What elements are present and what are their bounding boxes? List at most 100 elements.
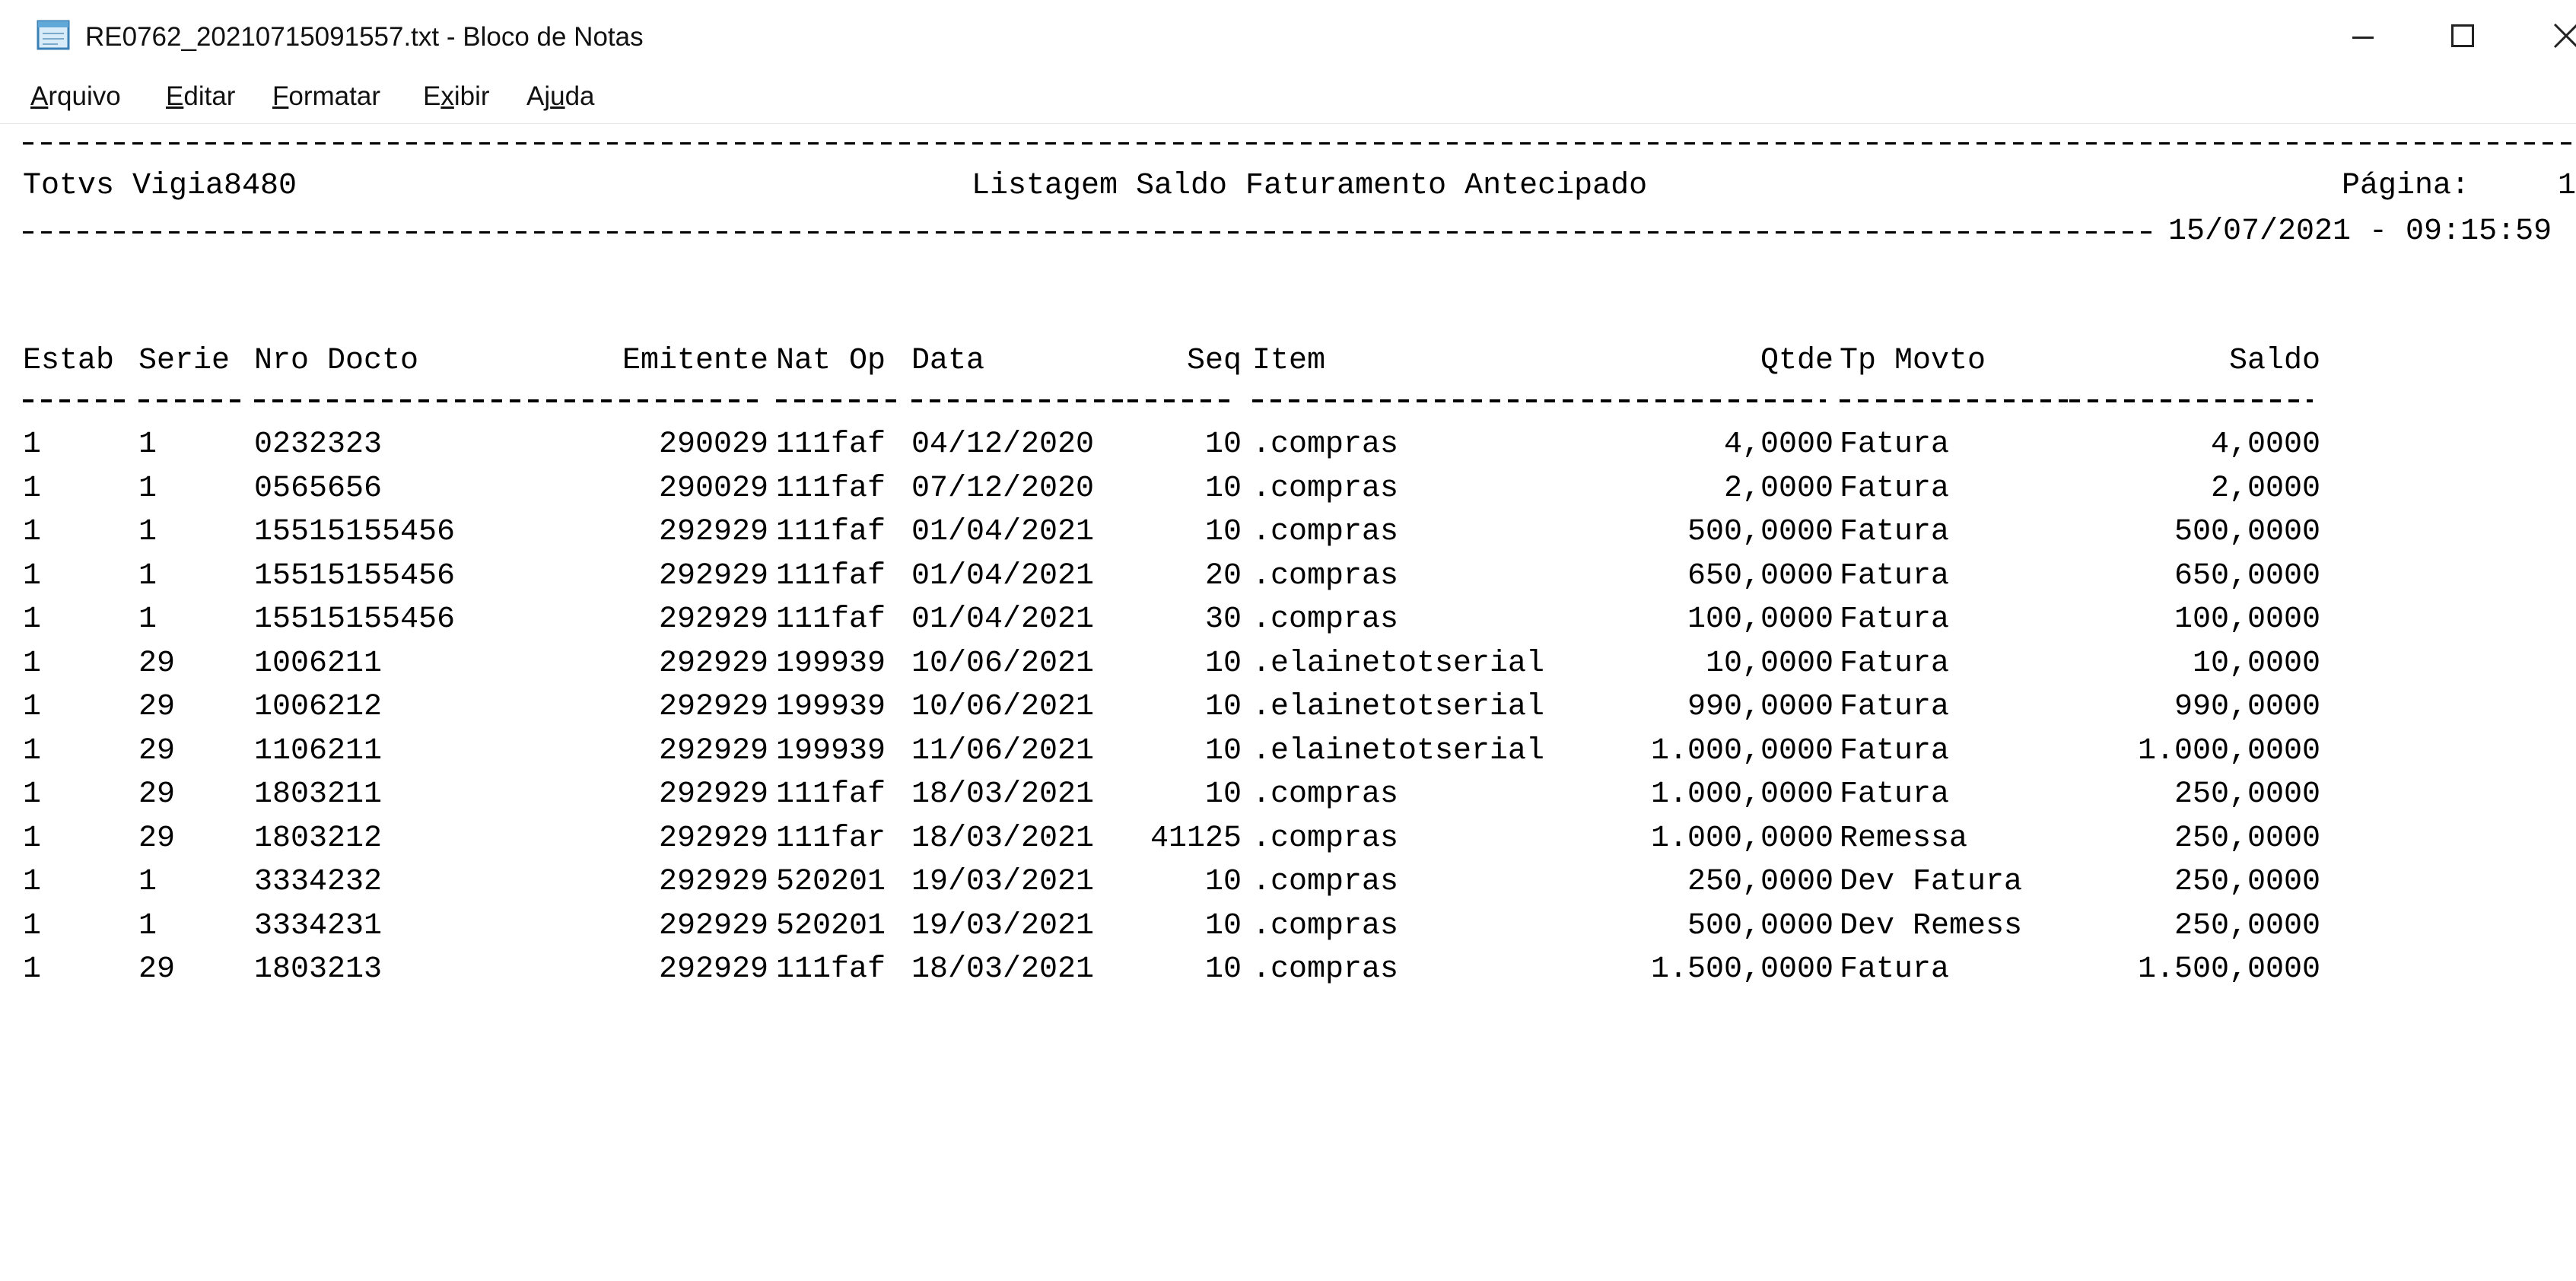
cell-nro-docto: 0232323 xyxy=(254,428,383,462)
close-icon xyxy=(2553,23,2576,49)
column-header-underline xyxy=(23,399,2533,405)
cell-item: .compras xyxy=(1252,428,1399,462)
cell-seq: 41125 xyxy=(1150,821,1242,856)
cell-tp-movto: Fatura xyxy=(1840,733,1950,768)
cell-qtde: 1.000,0000 xyxy=(1650,733,1833,768)
cell-emitente: 292929 xyxy=(658,602,768,637)
cell-tp-movto: Dev Remess xyxy=(1840,908,2023,943)
menu-arquivo[interactable]: Arquivo xyxy=(30,78,121,116)
close-button[interactable] xyxy=(2511,0,2576,75)
menu-editar-mnemonic: E xyxy=(166,81,184,111)
cell-item: .compras xyxy=(1252,558,1399,593)
cell-serie: 1 xyxy=(138,515,157,549)
column-header-tp-movto: Tp Movto xyxy=(1840,344,1986,378)
window-title: RE0762_20210715091557.txt - Bloco de Not… xyxy=(85,22,644,52)
menu-bar: Arquivo Editar Formatar Exibir Ajuda xyxy=(0,75,2576,123)
column-header-serie: Serie xyxy=(138,344,231,378)
cell-estab: 1 xyxy=(23,558,42,593)
menu-arquivo-mnemonic: A xyxy=(30,81,49,111)
cell-item: .elainetotserial xyxy=(1252,733,1545,768)
cell-nat-op: 111far xyxy=(776,821,886,856)
cell-emitente: 292929 xyxy=(658,733,768,768)
cell-qtde: 10,0000 xyxy=(1705,646,1833,681)
cell-tp-movto: Remessa xyxy=(1840,821,1968,856)
menu-ajuda-prefix: Aj xyxy=(526,81,551,111)
column-underline-emitente xyxy=(601,399,761,402)
column-header-data: Data xyxy=(911,344,985,378)
cell-saldo: 1.500,0000 xyxy=(2137,952,2320,987)
cell-estab: 1 xyxy=(23,515,42,549)
minimize-button[interactable] xyxy=(2313,0,2412,75)
report-separator-middle xyxy=(23,230,2153,236)
report-page-label: Página: xyxy=(2342,169,2470,203)
cell-seq: 10 xyxy=(1204,515,1242,549)
cell-seq: 10 xyxy=(1204,646,1242,681)
report-title: Listagem Saldo Faturamento Antecipado xyxy=(972,169,1648,203)
cell-saldo: 990,0000 xyxy=(2174,690,2320,724)
table-row: 1 1 15515155456 292929 111faf 01/04/2021 20 .co… xyxy=(23,555,2533,598)
column-underline-item xyxy=(1252,399,1579,402)
cell-qtde: 650,0000 xyxy=(1687,558,1833,593)
report-separator-top xyxy=(23,141,2576,147)
menu-exibir[interactable]: Exibir xyxy=(423,78,490,116)
cell-seq: 20 xyxy=(1204,558,1242,593)
column-underline-nat-op xyxy=(776,399,904,402)
cell-nro-docto: 1803213 xyxy=(254,952,383,987)
text-editor-area[interactable]: Totvs Vigia8480 Listagem Saldo Faturamen… xyxy=(0,124,2576,1281)
cell-saldo: 250,0000 xyxy=(2174,777,2320,812)
cell-nro-docto: 1803211 xyxy=(254,777,383,812)
cell-seq: 10 xyxy=(1204,777,1242,812)
cell-tp-movto: Fatura xyxy=(1840,515,1950,549)
column-header-qtde: Qtde xyxy=(1760,344,1833,378)
column-underline-qtde xyxy=(1582,399,1826,402)
notepad-window: RE0762_20210715091557.txt - Bloco de Not… xyxy=(0,0,2576,1281)
table-row: 1 29 1803212 292929 111far 18/03/2021 41125 .co… xyxy=(23,818,2533,860)
cell-tp-movto: Fatura xyxy=(1840,952,1950,987)
cell-saldo: 10,0000 xyxy=(2192,646,2320,681)
cell-emitente: 292929 xyxy=(658,690,768,724)
cell-emitente: 292929 xyxy=(658,558,768,593)
title-bar[interactable]: RE0762_20210715091557.txt - Bloco de Not… xyxy=(0,0,2576,75)
menu-formatar-label: ormatar xyxy=(288,81,380,111)
table-row: 1 1 3334231 292929 520201 19/03/2021 10 .compra… xyxy=(23,905,2533,948)
cell-estab: 1 xyxy=(23,471,42,506)
cell-serie: 29 xyxy=(138,690,176,724)
cell-nat-op: 111faf xyxy=(776,952,886,987)
column-underline-seq xyxy=(1127,399,1234,402)
column-header-nro-docto: Nro Docto xyxy=(254,344,419,378)
cell-item: .elainetotserial xyxy=(1252,646,1545,681)
cell-estab: 1 xyxy=(23,777,42,812)
cell-seq: 10 xyxy=(1204,690,1242,724)
cell-serie: 1 xyxy=(138,865,157,899)
column-header-emitente: Emitente xyxy=(622,344,768,378)
cell-emitente: 292929 xyxy=(658,646,768,681)
report-company: Totvs Vigia8480 xyxy=(23,169,297,203)
cell-item: .compras xyxy=(1252,602,1399,637)
cell-serie: 1 xyxy=(138,602,157,637)
table-row: 1 29 1006212 292929 199939 10/06/2021 10 .elain… xyxy=(23,686,2533,729)
cell-saldo: 500,0000 xyxy=(2174,515,2320,549)
cell-tp-movto: Fatura xyxy=(1840,690,1950,724)
cell-data: 04/12/2020 xyxy=(911,428,1095,462)
cell-estab: 1 xyxy=(23,690,42,724)
report-datetime: 15/07/2021 - 09:15:59 xyxy=(2168,215,2552,249)
cell-qtde: 500,0000 xyxy=(1687,908,1833,943)
cell-estab: 1 xyxy=(23,908,42,943)
menu-editar[interactable]: Editar xyxy=(166,78,235,116)
column-underline-nro-docto xyxy=(254,399,596,402)
cell-serie: 29 xyxy=(138,777,176,812)
notepad-icon xyxy=(35,18,73,52)
cell-qtde: 990,0000 xyxy=(1687,690,1833,724)
cell-data: 19/03/2021 xyxy=(911,908,1095,943)
cell-saldo: 1.000,0000 xyxy=(2137,733,2320,768)
menu-formatar[interactable]: Formatar xyxy=(272,78,380,116)
menu-ajuda[interactable]: Ajuda xyxy=(526,78,595,116)
column-header-seq: Seq xyxy=(1186,344,1242,378)
maximize-icon xyxy=(2451,24,2474,47)
maximize-button[interactable] xyxy=(2412,0,2511,75)
cell-data: 01/04/2021 xyxy=(911,558,1095,593)
cell-saldo: 250,0000 xyxy=(2174,865,2320,899)
cell-nro-docto: 15515155456 xyxy=(254,515,456,549)
cell-tp-movto: Fatura xyxy=(1840,428,1950,462)
cell-nat-op: 520201 xyxy=(776,908,886,943)
